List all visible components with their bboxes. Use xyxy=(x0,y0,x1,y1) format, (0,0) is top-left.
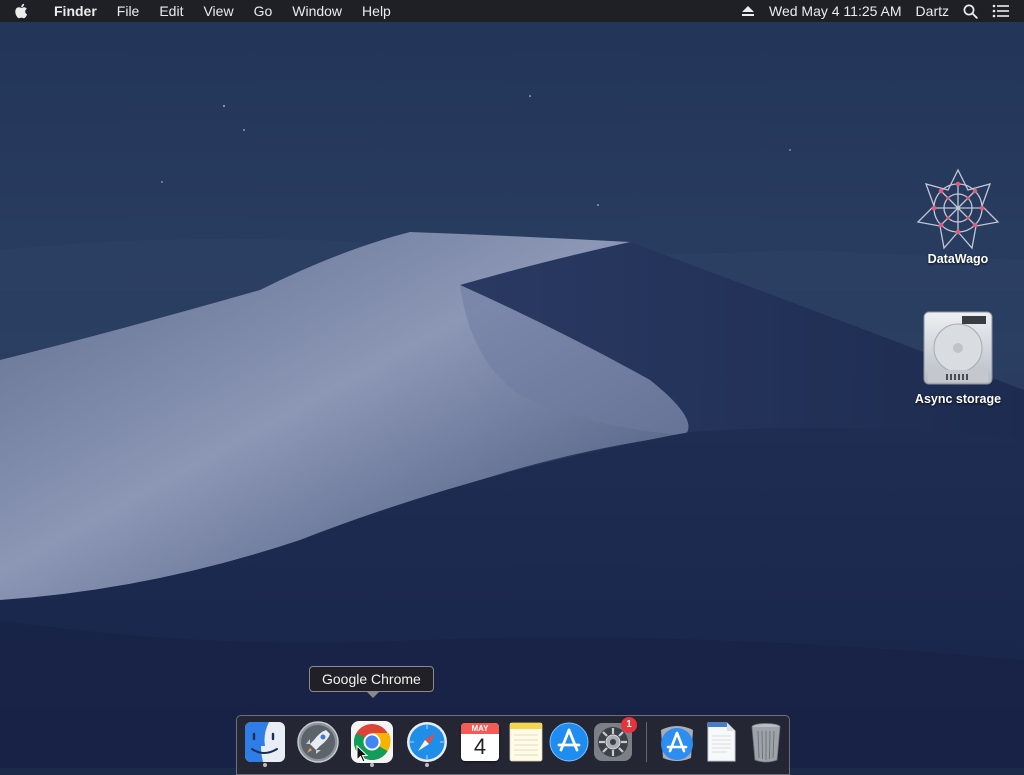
datawago-app-icon xyxy=(916,166,1000,250)
document-icon xyxy=(707,722,736,762)
dock: MAY 4 1 xyxy=(236,715,790,775)
applications-folder-icon xyxy=(661,726,693,761)
menu-edit[interactable]: Edit xyxy=(149,0,193,22)
eject-icon[interactable] xyxy=(734,0,762,22)
apple-menu-icon[interactable] xyxy=(0,0,42,22)
dock-system-preferences[interactable]: 1 xyxy=(590,717,637,765)
notification-center-icon[interactable] xyxy=(985,0,1024,22)
menubar-clock[interactable]: Wed May 4 11:25 AM xyxy=(762,0,909,22)
menubar-user[interactable]: Dartz xyxy=(909,0,956,22)
desktop-icon-datawago[interactable]: DataWago xyxy=(903,166,1013,266)
menu-go[interactable]: Go xyxy=(244,0,283,22)
dock-applications-stack[interactable] xyxy=(654,719,700,765)
hard-drive-icon xyxy=(916,306,1000,390)
dock-separator xyxy=(646,722,647,762)
mouse-cursor-icon xyxy=(356,745,368,763)
desktop-wallpaper xyxy=(0,0,1024,768)
desktop-icon-label: Async storage xyxy=(914,392,1002,406)
dock-safari[interactable] xyxy=(404,719,450,765)
menu-bar: Finder File Edit View Go Window Help Wed… xyxy=(0,0,1024,22)
notification-badge: 1 xyxy=(621,717,637,733)
desktop-icon-label: DataWago xyxy=(927,252,989,266)
menu-app-finder[interactable]: Finder xyxy=(42,0,107,22)
calendar-day: 4 xyxy=(473,734,487,759)
launchpad-rocket-icon xyxy=(297,721,339,763)
menu-view[interactable]: View xyxy=(193,0,243,22)
dock-app-store[interactable] xyxy=(546,719,592,765)
dock-notes[interactable] xyxy=(503,719,549,765)
dock-tooltip: Google Chrome xyxy=(309,666,434,698)
calendar-icon: MAY 4 xyxy=(461,723,499,761)
spotlight-search-icon[interactable] xyxy=(956,0,985,22)
running-indicator xyxy=(263,763,267,767)
dock-trash[interactable] xyxy=(743,719,789,765)
menu-file[interactable]: File xyxy=(107,0,150,22)
dock-finder[interactable] xyxy=(242,719,288,765)
desktop-icon-async-storage[interactable]: Async storage xyxy=(903,306,1013,406)
dock-launchpad[interactable] xyxy=(295,719,341,765)
safari-compass-icon xyxy=(407,722,447,762)
running-indicator xyxy=(425,763,429,767)
dock-calendar[interactable]: MAY 4 xyxy=(457,719,503,765)
app-store-icon xyxy=(549,722,589,762)
running-indicator xyxy=(370,763,374,767)
menu-help[interactable]: Help xyxy=(352,0,401,22)
menu-window[interactable]: Window xyxy=(282,0,352,22)
dock-documents-stack[interactable] xyxy=(698,719,744,765)
notes-icon xyxy=(509,722,543,762)
trash-icon xyxy=(751,723,781,763)
finder-icon xyxy=(245,722,285,762)
calendar-month: MAY xyxy=(461,723,499,734)
